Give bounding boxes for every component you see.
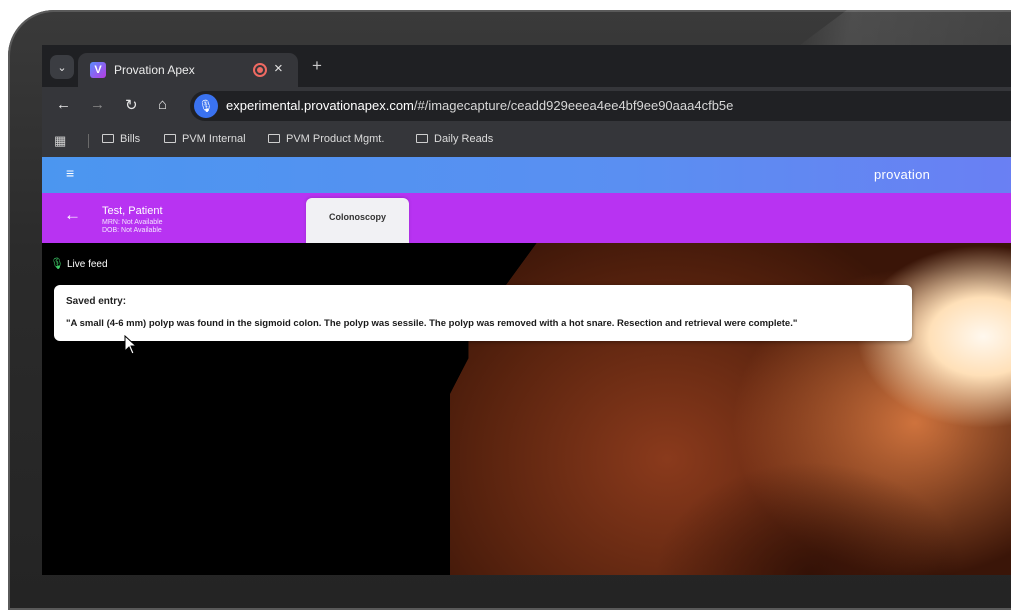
tab-colonoscopy[interactable]: Colonoscopy	[306, 198, 409, 243]
microphone-icon[interactable]: 🎙	[194, 94, 218, 118]
arrow-left-icon[interactable]: ←	[64, 205, 81, 225]
back-icon[interactable]: ←	[56, 96, 71, 113]
patient-mrn: MRN: Not Available	[102, 219, 163, 226]
tab-title: Provation Apex	[114, 63, 195, 77]
saved-entry-title: Saved entry:	[66, 296, 127, 307]
tab-search-icon[interactable]: ⌄	[50, 55, 74, 79]
new-tab-icon[interactable]: +	[312, 56, 322, 76]
record-icon	[253, 63, 267, 77]
bookmark-pvm-product-mgmt[interactable]: PVM Product Mgmt.	[268, 133, 384, 145]
laptop-screen: ⌄ V Provation Apex × + ← → ↻ ⌂ 🎙 experim…	[42, 45, 1011, 575]
saved-entry-text: "A small (4-6 mm) polyp was found in the…	[66, 318, 798, 329]
saved-entry-card: Saved entry: "A small (4-6 mm) polyp was…	[54, 285, 912, 341]
folder-icon	[268, 134, 280, 143]
app-header: ≡ provation	[42, 157, 1011, 193]
reload-icon[interactable]: ↻	[125, 96, 138, 114]
apps-grid-icon[interactable]: ▦	[54, 133, 66, 149]
favicon-icon: V	[90, 62, 106, 78]
patient-dob: DOB: Not Available	[102, 227, 162, 234]
home-icon[interactable]: ⌂	[158, 96, 167, 113]
brand-logo: provation	[874, 167, 931, 182]
browser-tab[interactable]: V Provation Apex ×	[78, 53, 298, 87]
cursor-icon	[124, 335, 138, 355]
bookmarks-divider	[88, 134, 89, 148]
endoscopy-video: 🎙 Live feed Saved entry: "A small (4-6 mm…	[42, 243, 1011, 575]
bookmark-bills[interactable]: Bills	[102, 133, 140, 145]
folder-icon	[416, 134, 428, 143]
address-bar[interactable]: 🎙 experimental.provationapex.com/#/image…	[190, 91, 1011, 121]
forward-icon[interactable]: →	[90, 96, 105, 113]
url-host: experimental.provationapex.com	[226, 98, 414, 113]
browser-tab-strip: ⌄ V Provation Apex × +	[42, 45, 1011, 87]
folder-icon	[164, 134, 176, 143]
bookmark-pvm-internal[interactable]: PVM Internal	[164, 133, 246, 145]
live-feed-indicator: 🎙 Live feed	[50, 258, 108, 270]
patient-bar: ← Test, Patient MRN: Not Available DOB: …	[42, 193, 1011, 243]
url-path: /#/imagecapture/ceadd929eeea4ee4bf9ee90a…	[413, 98, 734, 113]
patient-name: Test, Patient	[102, 205, 163, 217]
browser-toolbar: ← → ↻ ⌂ 🎙 experimental.provationapex.com…	[42, 87, 1011, 125]
close-icon[interactable]: ×	[274, 60, 283, 77]
hamburger-menu-icon[interactable]: ≡	[66, 165, 74, 181]
bookmarks-bar: ▦ Bills PVM Internal PVM Product Mgmt. D…	[42, 125, 1011, 158]
url-text[interactable]: experimental.provationapex.com/#/imageca…	[226, 98, 733, 113]
microphone-icon: 🎙	[50, 258, 64, 270]
bookmark-daily-reads[interactable]: Daily Reads	[416, 133, 493, 145]
folder-icon	[102, 134, 114, 143]
